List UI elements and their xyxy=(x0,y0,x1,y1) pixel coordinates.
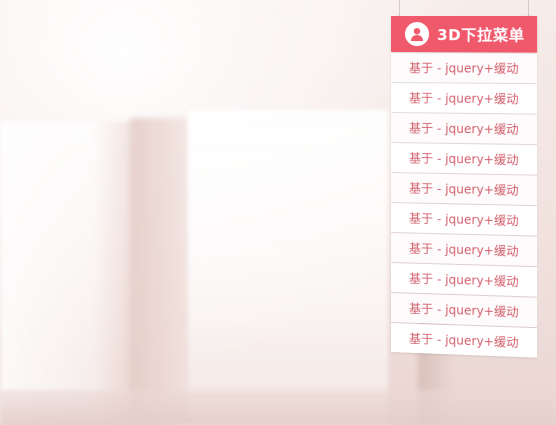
menu-item[interactable]: 基于 - jquery+缓动 xyxy=(391,113,537,144)
menu-item[interactable]: 基于 - jquery+缓动 xyxy=(391,323,537,358)
menu-header[interactable]: 3D下拉菜单 xyxy=(391,16,537,53)
menu-item[interactable]: 基于 - jquery+缓动 xyxy=(391,143,537,175)
menu-item[interactable]: 基于 - jquery+缓动 xyxy=(391,53,537,83)
user-icon xyxy=(405,22,429,46)
background-floor xyxy=(0,390,556,425)
background-wall-left xyxy=(0,122,132,422)
menu-item[interactable]: 基于 - jquery+缓动 xyxy=(391,293,537,327)
background-pillar xyxy=(130,118,188,425)
dropdown-menu: 3D下拉菜单 基于 - jquery+缓动 基于 - jquery+缓动 基于 … xyxy=(391,16,537,358)
menu-title: 3D下拉菜单 xyxy=(437,24,524,45)
background-wall-center xyxy=(188,110,388,425)
menu-item[interactable]: 基于 - jquery+缓动 xyxy=(391,263,537,297)
menu-item[interactable]: 基于 - jquery+缓动 xyxy=(391,233,537,266)
menu-item[interactable]: 基于 - jquery+缓动 xyxy=(391,203,537,236)
menu-item-list: 基于 - jquery+缓动 基于 - jquery+缓动 基于 - jquer… xyxy=(391,53,537,358)
menu-item[interactable]: 基于 - jquery+缓动 xyxy=(391,173,537,205)
menu-item[interactable]: 基于 - jquery+缓动 xyxy=(391,83,537,114)
